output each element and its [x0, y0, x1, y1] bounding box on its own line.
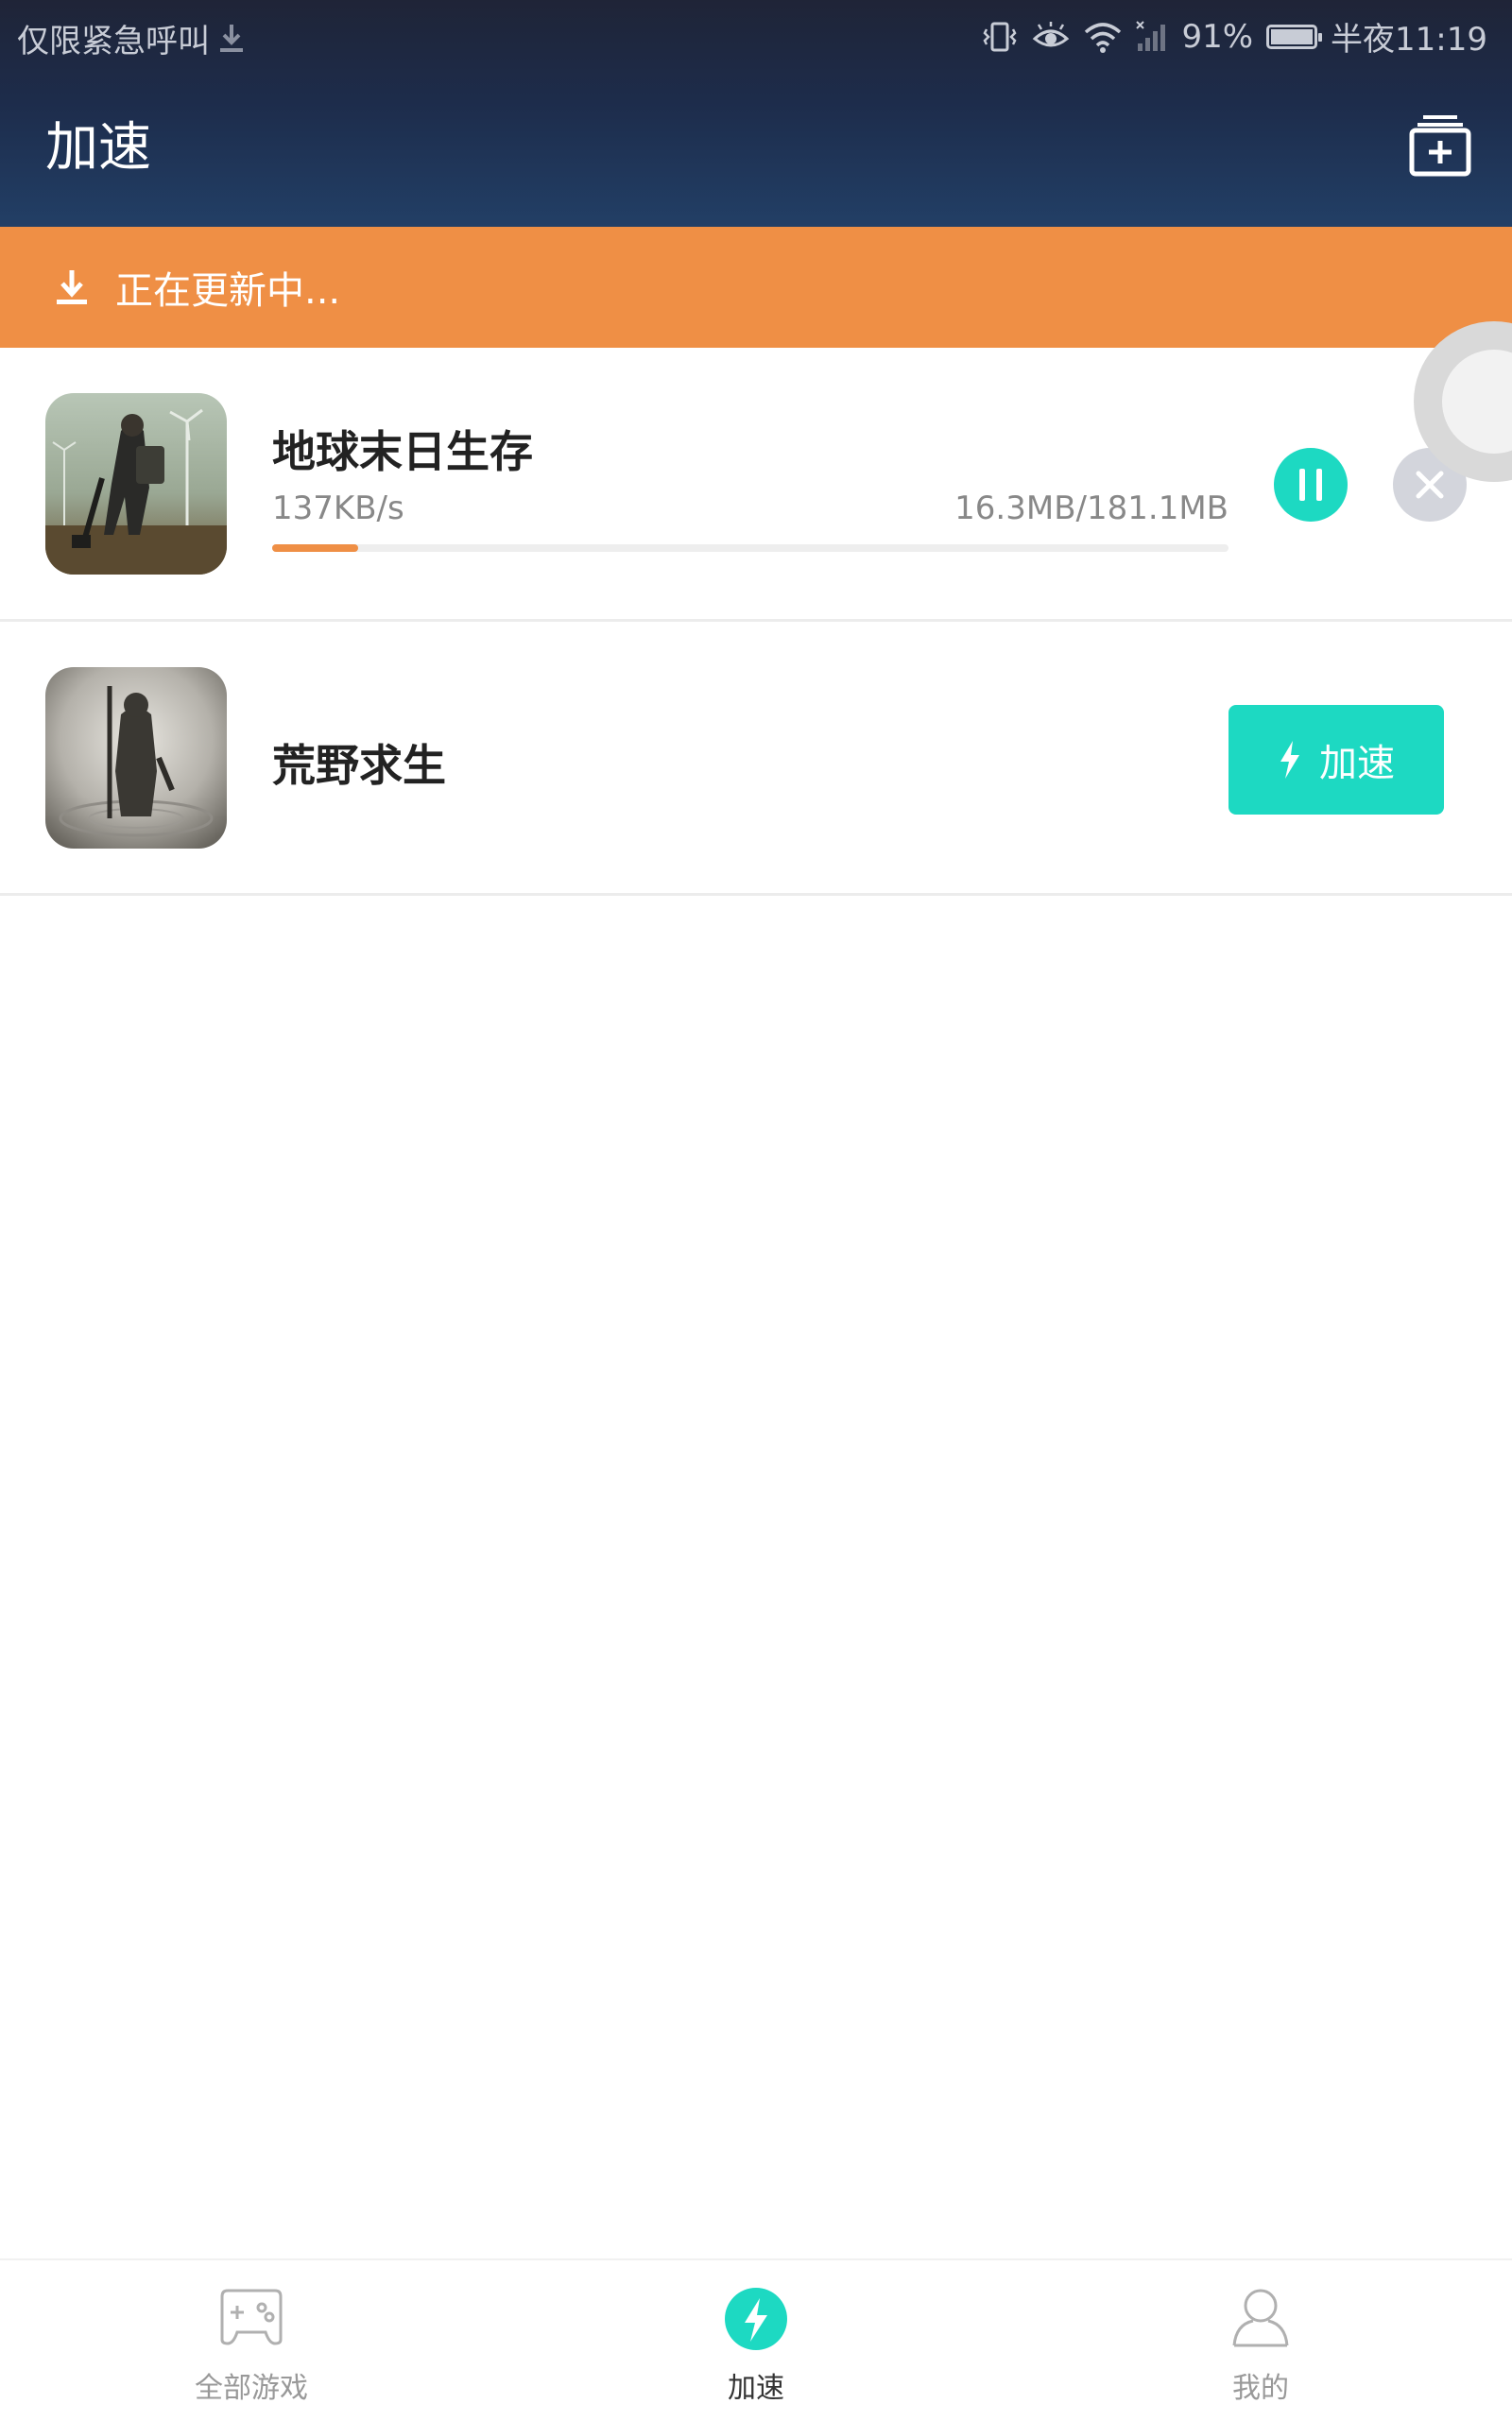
user-icon [1232, 2289, 1289, 2347]
update-banner[interactable]: 正在更新中... [0, 227, 1512, 348]
nav-all-games[interactable]: 全部游戏 [110, 2260, 393, 2421]
download-speed: 137KB/s [272, 489, 404, 527]
download-icon [57, 270, 87, 304]
add-library-button[interactable] [1406, 112, 1474, 180]
bottom-nav: 全部游戏 加速 我的 [0, 2258, 1512, 2421]
status-bar: 仅限紧急呼叫 91% 半夜11:19 [0, 0, 1512, 71]
download-progress-bar [272, 544, 1228, 552]
status-time: 半夜11:19 [1331, 21, 1487, 59]
signal-icon [1136, 20, 1168, 53]
nav-mine[interactable]: 我的 [1119, 2260, 1402, 2421]
vibrate-icon [981, 20, 1019, 54]
page-title: 加速 [45, 117, 151, 179]
eye-comfort-icon [1032, 21, 1070, 52]
accelerate-button[interactable]: 加速 [1228, 705, 1444, 815]
app-header: 仅限紧急呼叫 91% 半夜11:19 加速 [0, 0, 1512, 227]
nav-all-games-label: 全部游戏 [195, 2372, 308, 2405]
nav-mine-label: 我的 [1232, 2372, 1289, 2405]
game-thumbnail [45, 667, 227, 849]
download-icon [217, 23, 246, 55]
nav-accelerate-label: 加速 [728, 2372, 784, 2405]
add-library-icon [1409, 115, 1471, 177]
status-right: 91% 半夜11:19 [981, 13, 1487, 60]
carrier-text: 仅限紧急呼叫 [17, 23, 210, 60]
battery-percent: 91% [1181, 17, 1254, 56]
game-thumbnail [45, 393, 227, 575]
banner-text: 正在更新中... [115, 269, 341, 313]
battery-icon [1266, 24, 1323, 49]
accelerate-button-label: 加速 [1319, 742, 1395, 785]
nav-accelerate[interactable]: 加速 [614, 2260, 898, 2421]
game-name: 地球末日生存 [272, 426, 533, 477]
lightning-icon [1280, 741, 1299, 779]
game-row-downloading[interactable]: 地球末日生存 137KB/s 16.3MB/181.1MB [0, 348, 1512, 622]
download-progress-fill [272, 544, 359, 552]
download-size: 16.3MB/181.1MB [954, 489, 1228, 527]
lightning-icon [725, 2288, 787, 2350]
game-row-ready[interactable]: 荒野求生 加速 [0, 622, 1512, 896]
status-left: 仅限紧急呼叫 [17, 15, 246, 61]
game-name: 荒野求生 [272, 740, 446, 791]
pause-button[interactable] [1274, 448, 1348, 522]
wifi-icon [1083, 21, 1123, 53]
gamepad-icon [220, 2289, 283, 2345]
